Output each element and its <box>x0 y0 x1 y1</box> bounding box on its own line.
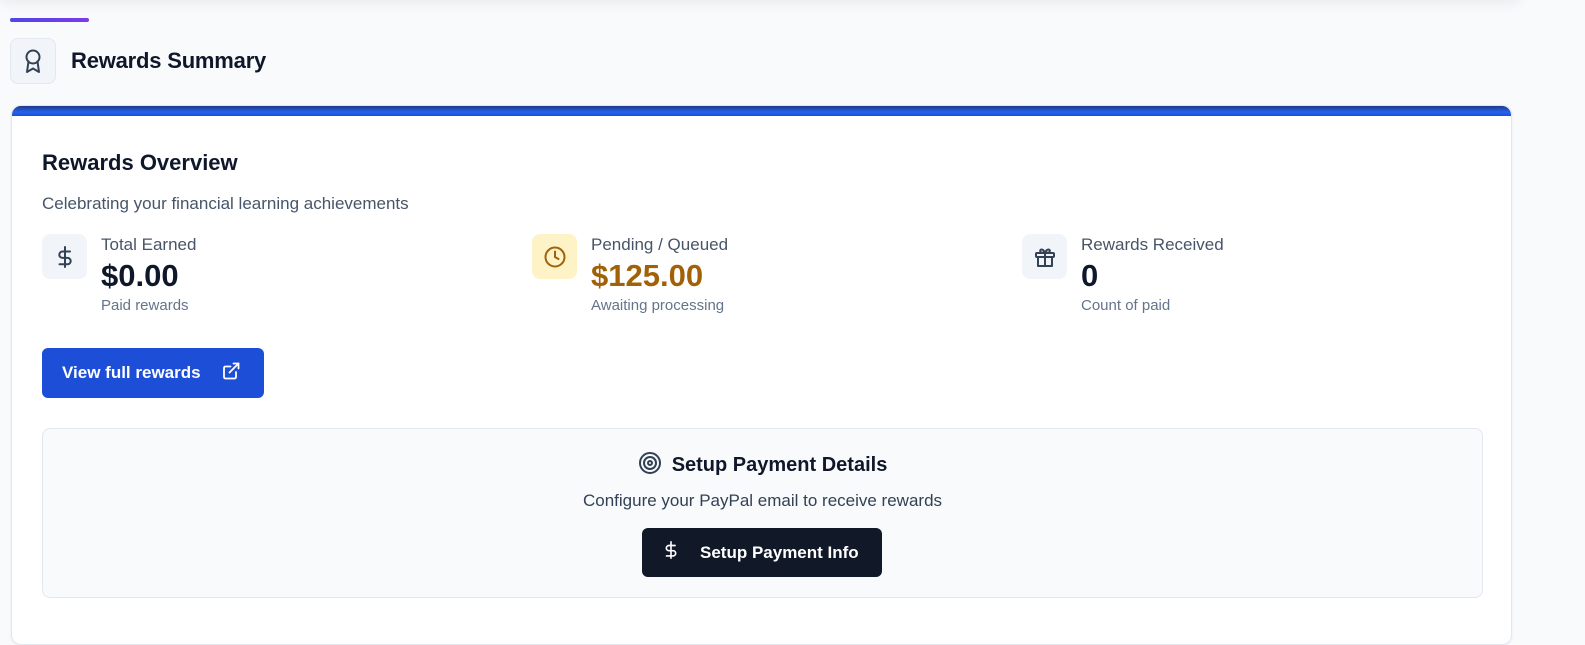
page-title: Rewards Summary <box>71 48 267 73</box>
stat-value: $0.00 <box>101 258 179 293</box>
setup-payment-info-label: Setup Payment Info <box>700 542 859 562</box>
setup-payment-panel: Setup Payment Details Configure your Pay… <box>42 428 1483 598</box>
setup-payment-info-button[interactable]: Setup Payment Info <box>642 528 882 577</box>
page-header: Rewards Summary <box>10 38 266 84</box>
award-icon <box>10 38 56 84</box>
stat-caption: Count of paid <box>1081 297 1171 314</box>
accent-bar <box>10 18 89 22</box>
dollar-icon <box>42 234 87 279</box>
gift-icon <box>1022 234 1067 279</box>
stat-rewards-received: Rewards Received 0 Count of paid <box>1022 234 1224 316</box>
stat-value: $125.00 <box>591 258 704 293</box>
target-icon <box>638 451 662 480</box>
stat-pending: Pending / Queued $125.00 Awaiting proces… <box>532 234 728 316</box>
view-full-rewards-label: View full rewards <box>62 363 201 382</box>
stat-label: Pending / Queued <box>591 235 729 254</box>
stat-value: 0 <box>1081 258 1099 293</box>
overview-subtitle: Celebrating your financial learning achi… <box>42 194 409 213</box>
overview-title: Rewards Overview <box>42 150 238 175</box>
setup-title-row: Setup Payment Details <box>43 451 1482 480</box>
clock-icon <box>532 234 577 279</box>
dollar-icon <box>662 539 680 566</box>
card-top-bar <box>12 106 1511 116</box>
setup-title: Setup Payment Details <box>671 454 888 476</box>
stat-total-earned: Total Earned $0.00 Paid rewards <box>42 234 196 316</box>
stat-label: Rewards Received <box>1081 235 1224 254</box>
rewards-overview-card: Rewards Overview Celebrating your financ… <box>11 105 1512 645</box>
stat-caption: Awaiting processing <box>591 297 725 314</box>
external-link-icon <box>221 361 241 386</box>
view-full-rewards-button[interactable]: View full rewards <box>42 348 264 398</box>
setup-subtitle: Configure your PayPal email to receive r… <box>582 491 943 510</box>
stat-caption: Paid rewards <box>101 297 189 314</box>
stat-label: Total Earned <box>101 235 197 254</box>
